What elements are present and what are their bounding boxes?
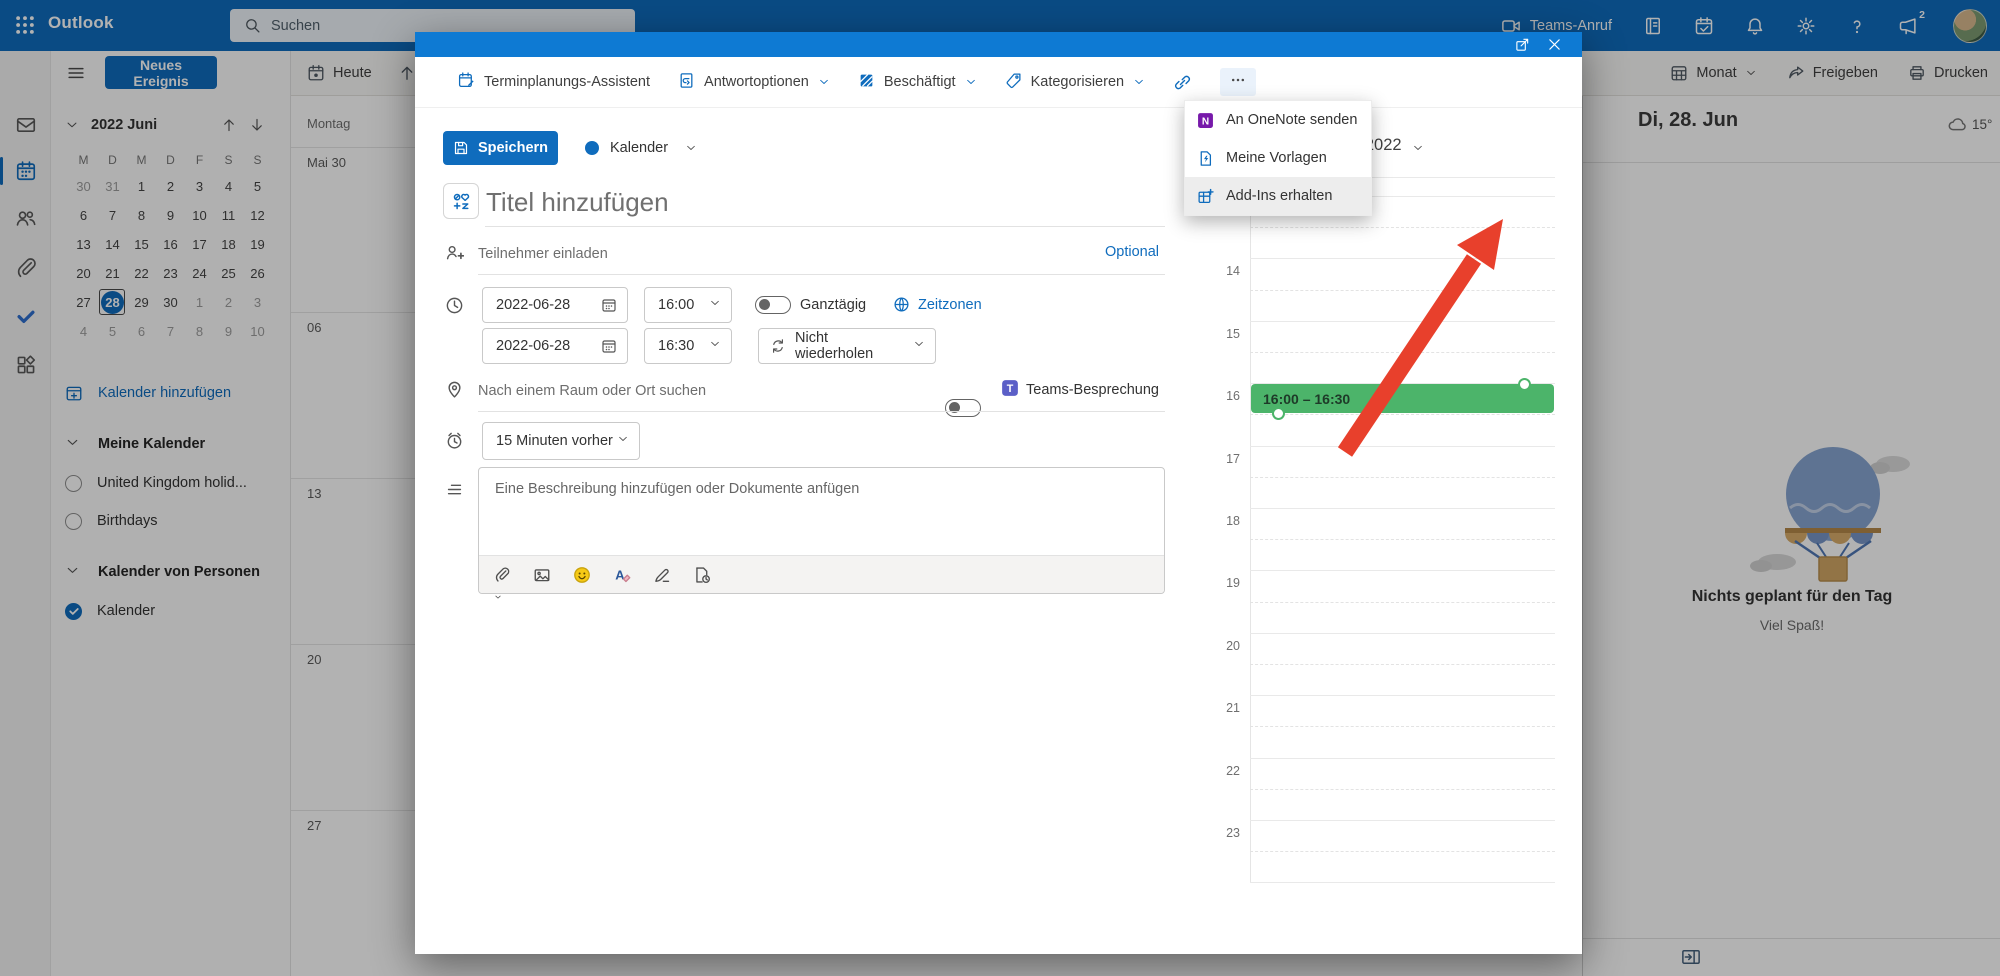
menu-item-meine-vorlagen[interactable]: Meine Vorlagen [1185, 139, 1371, 177]
busy-status-icon [858, 72, 875, 93]
chevron-down-icon [965, 76, 977, 88]
teams-meeting-label: Teams-Besprechung [1026, 382, 1159, 398]
datepicker-icon[interactable] [601, 297, 617, 313]
ellipsis-icon [1230, 72, 1246, 93]
clock-icon [445, 296, 464, 315]
teams-meeting-toggle[interactable] [945, 399, 981, 417]
chevron-down-icon [913, 338, 925, 354]
hour-label: 23 [1188, 826, 1240, 840]
chevron-down-icon [1412, 140, 1424, 152]
description-editor[interactable]: Eine Beschreibung hinzufügen oder Dokume… [478, 467, 1165, 594]
attendees-input[interactable]: Teilnehmer einladen [478, 246, 608, 262]
calendar-selector[interactable]: Kalender [585, 133, 697, 163]
hour-label: 14 [1188, 264, 1240, 278]
hour-label: 22 [1188, 764, 1240, 778]
menu-item-add-ins-erhalten[interactable]: Add-Ins erhalten [1185, 177, 1371, 215]
schedule-assistant-icon [458, 72, 475, 93]
hour-label: 17 [1188, 452, 1240, 466]
chevron-down-icon [818, 76, 830, 88]
repeat-select[interactable]: Nicht wiederholen [758, 328, 936, 364]
all-day-label: Ganztägig [800, 297, 866, 313]
hour-label: 21 [1188, 701, 1240, 715]
close-icon[interactable] [1547, 37, 1562, 52]
editor-toolbar: A [479, 555, 1164, 593]
event-compose-dialog: Terminplanungs-Assistent Antwortoptionen B… [415, 32, 1582, 954]
schedule-send-icon[interactable] [693, 566, 711, 584]
hour-label: 18 [1188, 514, 1240, 528]
templates-icon [1197, 150, 1214, 167]
outlook-calendar-app: Outlook Suchen Teams-Anruf 2 [0, 0, 2000, 976]
start-date-input[interactable]: 2022-06-28 [482, 287, 628, 323]
reminder-select[interactable]: 15 Minuten vorher [482, 422, 640, 460]
dialog-toolbar: Terminplanungs-Assistent Antwortoptionen B… [415, 57, 1582, 108]
save-button[interactable]: Speichern [443, 131, 558, 165]
location-input[interactable]: Nach einem Raum oder Ort suchen [478, 383, 706, 399]
chevron-down-icon [685, 142, 697, 154]
teams-icon: T [1001, 379, 1019, 397]
chevron-down-icon [1133, 76, 1145, 88]
end-time-select[interactable]: 16:30 [644, 328, 732, 364]
optional-attendees-link[interactable]: Optional [1105, 244, 1159, 260]
alarm-icon [445, 431, 464, 450]
schedule-assistant-button[interactable]: Terminplanungs-Assistent [458, 72, 650, 93]
more-options-button[interactable] [1220, 68, 1256, 96]
hour-label: 16 [1188, 389, 1240, 403]
link-icon[interactable] [1173, 73, 1192, 92]
response-options-button[interactable]: Antwortoptionen [678, 72, 830, 93]
menu-item-an-onenote-senden[interactable]: NAn OneNote senden [1185, 101, 1371, 139]
attach-icon[interactable] [493, 566, 511, 584]
svg-text:T: T [1007, 383, 1014, 395]
end-date-input[interactable]: 2022-06-28 [482, 328, 628, 364]
chevron-down-icon [709, 338, 721, 354]
svg-text:N: N [1202, 116, 1209, 127]
response-options-icon [678, 72, 695, 93]
onenote-icon: N [1197, 112, 1214, 129]
event-block[interactable]: 16:00 – 16:30 [1251, 384, 1554, 413]
start-time-select[interactable]: 16:00 [644, 287, 732, 323]
hour-label: 20 [1188, 639, 1240, 653]
invite-attendees-icon [445, 243, 464, 262]
categorize-button[interactable]: Kategorisieren [1005, 72, 1146, 93]
dialog-titlebar[interactable] [415, 32, 1582, 57]
save-icon [453, 140, 469, 156]
globe-icon [893, 296, 910, 313]
calendar-color-dot [585, 141, 599, 155]
event-title-input[interactable]: Titel hinzufügen [486, 187, 669, 218]
emoji-icon[interactable] [573, 566, 591, 584]
clear-formatting-icon[interactable]: A [613, 566, 631, 584]
hour-label: 19 [1188, 576, 1240, 590]
categorize-icon [1005, 72, 1022, 93]
event-resize-handle-bottom[interactable] [1272, 407, 1285, 420]
svg-text:A: A [615, 567, 624, 582]
chevron-down-icon [617, 433, 629, 449]
more-options-menu: NAn OneNote sendenMeine VorlagenAdd-Ins … [1184, 100, 1372, 216]
location-icon [445, 380, 464, 399]
title-suggestions-button[interactable] [443, 183, 479, 219]
timezones-link[interactable]: Zeitzonen [893, 296, 982, 313]
all-day-toggle[interactable] [755, 296, 791, 314]
image-icon[interactable] [533, 566, 551, 584]
ink-icon[interactable] [653, 566, 671, 584]
popout-icon[interactable] [1515, 37, 1530, 52]
description-placeholder: Eine Beschreibung hinzufügen oder Dokume… [495, 481, 859, 497]
datepicker-icon[interactable] [601, 338, 617, 354]
get-addins-icon [1197, 188, 1214, 205]
chevron-down-icon [709, 297, 721, 313]
sparkle-suggest-icon [451, 191, 471, 211]
event-resize-handle-top[interactable] [1518, 378, 1531, 391]
description-icon [445, 480, 464, 499]
hour-label: 15 [1188, 327, 1240, 341]
repeat-icon [770, 338, 786, 354]
busy-status-button[interactable]: Beschäftigt [858, 72, 977, 93]
